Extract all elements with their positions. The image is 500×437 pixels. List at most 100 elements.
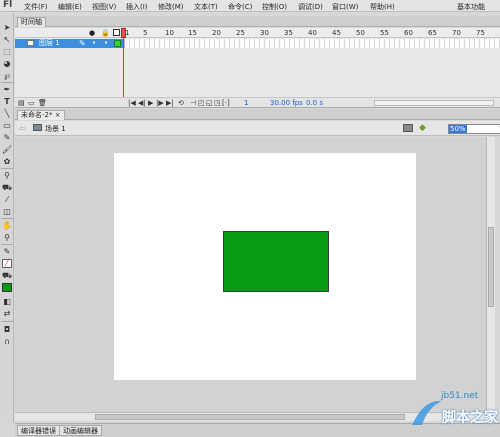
selection-tool-icon[interactable]: ➤ (2, 23, 12, 32)
eyedropper-tool-icon[interactable]: ⁄ (2, 195, 12, 204)
next-frame-icon[interactable]: |▶ (156, 99, 164, 107)
menu-debug[interactable]: 调试(D) (298, 2, 323, 12)
menu-edit[interactable]: 编辑(E) (58, 2, 82, 12)
tab-compiler-errors[interactable]: 编译器错误 (17, 425, 60, 436)
outline-icon[interactable] (113, 29, 120, 36)
object-drawing-icon[interactable]: ◘ (2, 325, 12, 334)
timeline-tabbar: 时间轴 (15, 16, 500, 27)
text-tool-icon[interactable]: T (2, 97, 12, 106)
frame-label: 25 (236, 29, 245, 37)
layer-header: ● 🔒 (15, 28, 124, 38)
rectangle-tool-icon[interactable]: ▭ (2, 121, 12, 130)
free-transform-tool-icon[interactable]: ⬚ (2, 47, 12, 56)
tab-motion-editor[interactable]: 动画编辑器 (59, 425, 102, 436)
pen-tool-icon[interactable]: ✒ (2, 85, 12, 94)
play-icon[interactable]: ▶ (148, 99, 153, 107)
tool-separator (1, 82, 13, 83)
fill-color-bucket-icon[interactable]: ⛟ (2, 271, 12, 280)
menu-modify[interactable]: 修改(M) (158, 2, 184, 12)
hand-tool-icon[interactable]: ✋ (2, 221, 12, 230)
back-arrow-icon[interactable]: ⇦ (19, 124, 26, 133)
paint-bucket-tool-icon[interactable]: ⛟ (2, 183, 12, 192)
frames-row[interactable] (124, 39, 500, 48)
menu-help[interactable]: 帮助(H) (370, 2, 395, 12)
new-folder-icon[interactable]: ▭ (28, 99, 35, 107)
brush-tool-icon[interactable]: 🖌 (2, 145, 12, 154)
frame-label: 30 (260, 29, 269, 37)
stroke-color-pencil-icon[interactable]: ✎ (2, 247, 12, 256)
tab-document[interactable]: 未命名-2* × (17, 110, 65, 120)
lasso-tool-icon[interactable]: ℘ (2, 71, 12, 80)
scene-icon (33, 124, 42, 131)
frame-label: 70 (452, 29, 461, 37)
horizontal-scrollbar-thumb[interactable] (95, 414, 405, 420)
last-frame-icon[interactable]: ▶| (166, 99, 174, 107)
menu-control[interactable]: 控制(O) (262, 2, 287, 12)
menu-window[interactable]: 窗口(W) (332, 2, 358, 12)
green-rectangle-shape[interactable] (223, 231, 329, 292)
elapsed-time: 0.0 s (306, 99, 324, 107)
delete-layer-icon[interactable]: 🗑 (38, 99, 47, 107)
prev-frame-icon[interactable]: ◀| (138, 99, 146, 107)
edit-scene-icon[interactable] (403, 124, 413, 132)
eye-icon[interactable]: ● (89, 29, 95, 37)
menu-view[interactable]: 视图(V) (92, 2, 116, 12)
document-title: 未命名-2* (21, 111, 53, 119)
zoom-dropdown[interactable]: 50% ▼ (448, 124, 500, 134)
bone-tool-icon[interactable]: ⚲ (2, 171, 12, 180)
scene-label[interactable]: 场景 1 (45, 124, 66, 134)
first-frame-icon[interactable]: |◀ (128, 99, 136, 107)
current-frame[interactable]: 1 (244, 99, 248, 107)
layer-outline-color[interactable] (114, 40, 121, 47)
edit-bar: ⇦ 场景 1 ◆ 50% ▼ (15, 121, 500, 136)
menu-commands[interactable]: 命令(C) (228, 2, 252, 12)
document-tabbar: 未命名-2* × (15, 109, 500, 120)
swap-colors-icon[interactable]: ⇄ (2, 309, 12, 318)
menu-file[interactable]: 文件(F) (24, 2, 48, 12)
menu-insert[interactable]: 插入(I) (126, 2, 148, 12)
tool-separator (1, 168, 13, 169)
playhead-handle[interactable] (121, 28, 126, 38)
workspace-switcher[interactable]: 基本功能 (457, 2, 485, 12)
zoom-value[interactable]: 50% (449, 125, 467, 133)
lock-icon[interactable]: 🔒 (101, 29, 110, 37)
stroke-color-swatch[interactable]: ╱ (2, 259, 12, 268)
default-colors-icon[interactable]: ◧ (2, 297, 12, 306)
center-frame-icon[interactable]: ⊣ (190, 99, 196, 107)
layer-lock-dot[interactable]: • (104, 39, 108, 48)
fill-color-swatch[interactable] (2, 283, 12, 292)
vertical-scrollbar[interactable] (486, 137, 495, 421)
frames-ruler: 1 5 10 15 20 25 30 35 40 45 50 55 60 65 … (124, 28, 500, 38)
app-logo: Fl (3, 0, 13, 10)
3d-rotation-tool-icon[interactable]: ◕ (2, 59, 12, 68)
close-icon[interactable]: × (55, 111, 61, 119)
layer-visible-dot[interactable]: • (92, 39, 96, 48)
frame-label: 20 (212, 29, 221, 37)
onion-skin-icon[interactable]: ◰ (198, 99, 205, 107)
subselection-tool-icon[interactable]: ↖ (2, 35, 12, 44)
vertical-scrollbar-thumb[interactable] (488, 227, 494, 307)
layer-row[interactable]: 图层 1 ✎ • • (15, 39, 124, 48)
snap-to-objects-icon[interactable]: ∩ (2, 337, 12, 346)
menu-bar: Fl 文件(F) 编辑(E) 视图(V) 插入(I) 修改(M) 文本(T) 命… (0, 0, 500, 12)
timeline-scrollbar[interactable] (374, 100, 494, 106)
onion-outline-icon[interactable]: ◱ (206, 99, 213, 107)
frame-rate[interactable]: 30.00 fps (270, 99, 303, 107)
deco-tool-icon[interactable]: ✿ (2, 157, 12, 166)
tool-separator (1, 218, 13, 219)
edit-symbols-icon[interactable]: ◆ (419, 123, 426, 133)
tab-timeline[interactable]: 时间轴 (17, 17, 46, 27)
modify-markers-icon[interactable]: [·] (222, 99, 230, 107)
tools-panel: ➤ ↖ ⬚ ◕ ℘ ✒ T ╲ ▭ ✎ 🖌 ✿ ⚲ ⛟ ⁄ ◫ ✋ ⚲ ✎ ╱ … (0, 13, 14, 423)
pencil-tool-icon[interactable]: ✎ (2, 133, 12, 142)
line-tool-icon[interactable]: ╲ (2, 109, 12, 118)
zoom-tool-icon[interactable]: ⚲ (2, 233, 12, 242)
menu-text[interactable]: 文本(T) (194, 2, 218, 12)
new-layer-icon[interactable]: ▤ (18, 99, 25, 107)
loop-icon[interactable]: ⟲ (178, 99, 184, 107)
frame-label: 15 (188, 29, 197, 37)
layer-name[interactable]: 图层 1 (39, 39, 60, 48)
edit-multiple-frames-icon[interactable]: ◳ (214, 99, 221, 107)
frame-label: 75 (476, 29, 485, 37)
eraser-tool-icon[interactable]: ◫ (2, 207, 12, 216)
